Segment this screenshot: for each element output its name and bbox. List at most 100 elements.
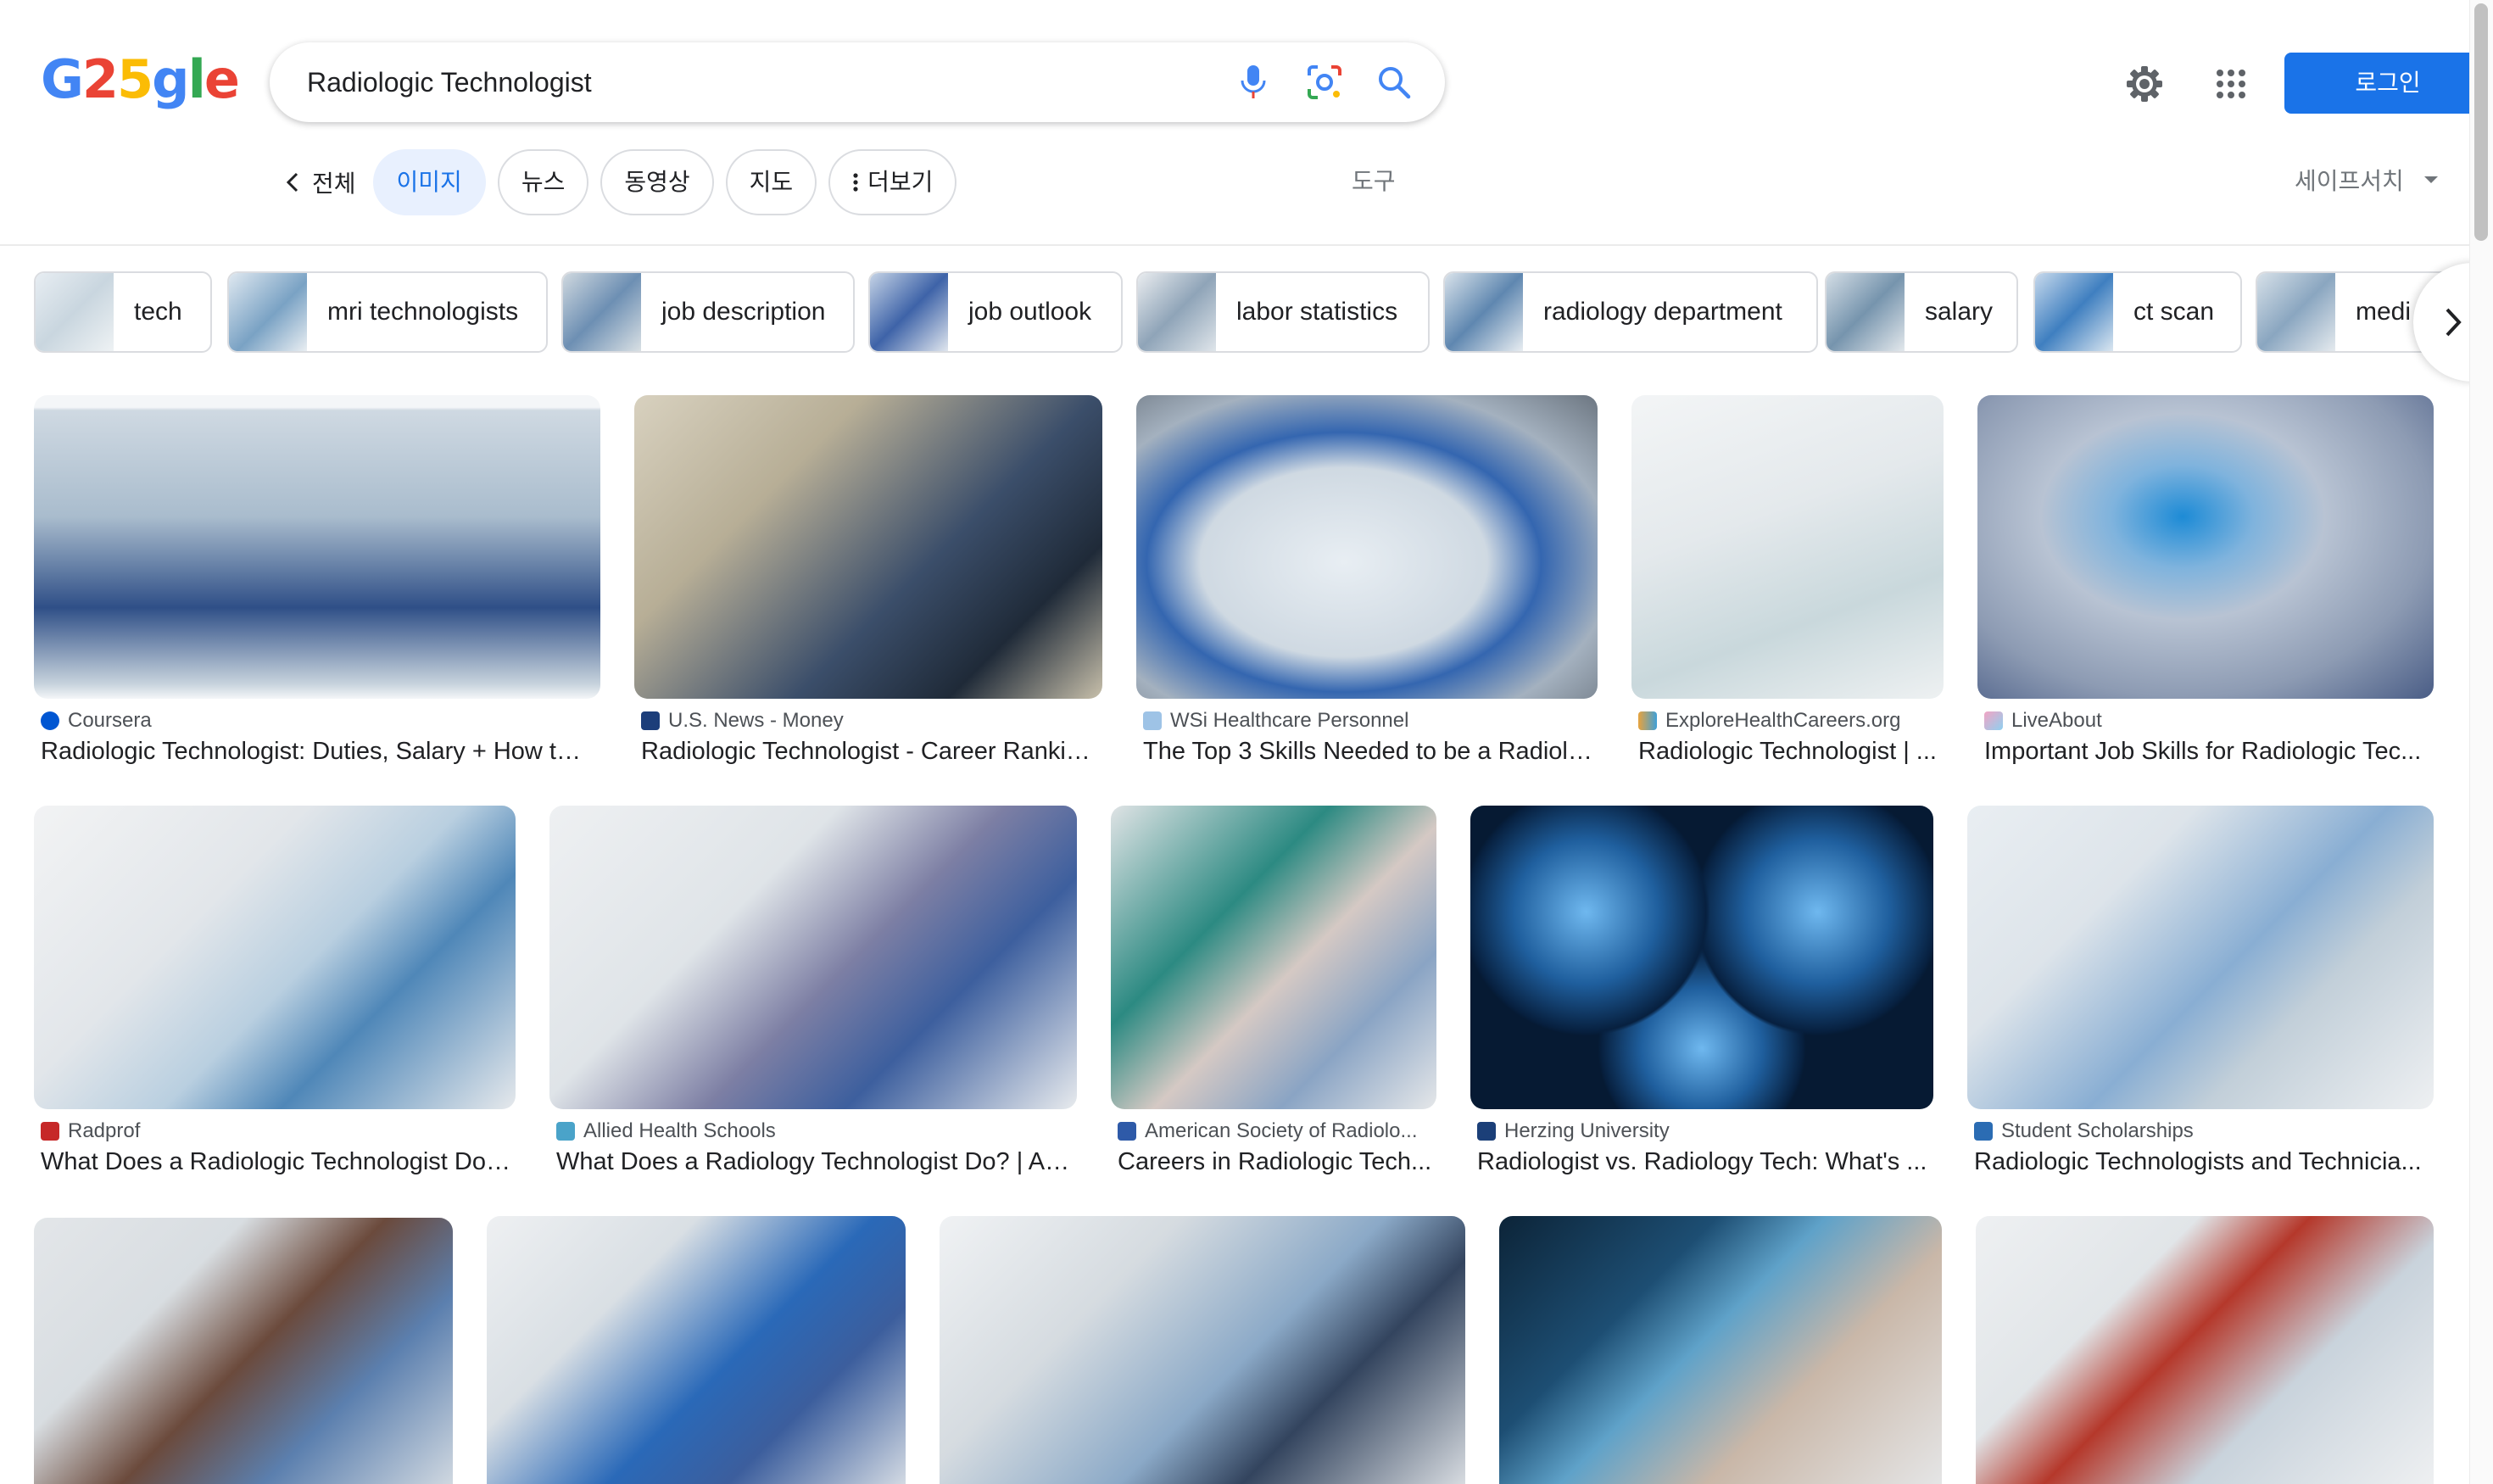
coursera-favicon-icon: [41, 711, 59, 730]
chip-label: ct scan: [2133, 298, 2215, 326]
result-source-name: Herzing University: [1504, 1119, 1670, 1142]
result-thumbnail[interactable]: [1976, 1216, 2434, 1484]
result-thumbnail[interactable]: [634, 395, 1102, 699]
chip-tech[interactable]: tech: [34, 271, 212, 353]
result-source-name: LiveAbout: [2011, 709, 2102, 732]
result-title[interactable]: Radiologic Technologist | ...: [1638, 738, 1944, 766]
related-search-chips: tech mri technologists job description j…: [34, 271, 2459, 354]
logo-letter-l: l: [187, 48, 206, 110]
tab-all[interactable]: 전체: [273, 149, 373, 215]
microphone-icon[interactable]: [1231, 60, 1275, 104]
image-result[interactable]: [940, 1216, 1465, 1484]
radprof-favicon-icon: [41, 1122, 59, 1141]
tab-images[interactable]: 이미지: [372, 149, 486, 215]
result-title[interactable]: What Does a Radiologic Technologist Do?.…: [41, 1148, 516, 1176]
tab-news[interactable]: 뉴스: [497, 149, 589, 215]
result-title[interactable]: Radiologic Technologist - Career Rankin.…: [641, 738, 1099, 766]
result-source-name: U.S. News - Money: [668, 709, 844, 732]
logo-letter-5: 5: [117, 48, 153, 110]
search-bar[interactable]: Radiologic Technologist: [270, 42, 1445, 122]
image-result[interactable]: [1499, 1216, 1942, 1484]
chevron-right-icon: [2446, 308, 2462, 337]
chip-thumbnail: [563, 273, 641, 351]
result-thumbnail[interactable]: [34, 806, 516, 1109]
herzing-favicon-icon: [1477, 1122, 1496, 1141]
result-thumbnail[interactable]: [34, 395, 600, 699]
image-result[interactable]: [34, 1218, 453, 1484]
result-thumbnail[interactable]: [940, 1216, 1465, 1484]
result-source-name: WSi Healthcare Personnel: [1170, 709, 1409, 732]
chip-labor-statistics[interactable]: labor statistics: [1136, 271, 1430, 353]
more-vert-icon: [853, 173, 858, 192]
image-result[interactable]: Coursera Radiologic Technologist: Duties…: [34, 395, 600, 785]
result-title[interactable]: What Does a Radiology Technologist Do? |…: [556, 1148, 1074, 1176]
image-result[interactable]: Allied Health Schools What Does a Radiol…: [549, 806, 1077, 1196]
chip-salary[interactable]: salary: [1825, 271, 2018, 353]
image-result[interactable]: ExploreHealthCareers.org Radiologic Tech…: [1631, 395, 1944, 785]
result-thumbnail[interactable]: [1136, 395, 1598, 699]
safesearch-label: 세이프서치: [2295, 168, 2404, 194]
result-title[interactable]: Careers in Radiologic Tech...: [1118, 1148, 1436, 1176]
chip-thumbnail: [2035, 273, 2113, 351]
result-title[interactable]: The Top 3 Skills Needed to be a Radiolo.…: [1143, 738, 1592, 766]
image-result[interactable]: WSi Healthcare Personnel The Top 3 Skill…: [1136, 395, 1598, 785]
page-scrollbar-thumb[interactable]: [2474, 3, 2488, 241]
chip-radiology-department[interactable]: radiology department: [1443, 271, 1818, 353]
tab-maps[interactable]: 지도: [725, 149, 817, 215]
camera-lens-icon[interactable]: [1302, 60, 1347, 104]
chevron-left-icon: [286, 172, 298, 192]
settings-gear-icon[interactable]: [2122, 61, 2167, 107]
result-source: Allied Health Schools: [556, 1119, 1074, 1143]
chip-thumbnail: [1827, 273, 1905, 351]
tab-videos[interactable]: 동영상: [600, 149, 714, 215]
chip-mri-technologists[interactable]: mri technologists: [227, 271, 548, 353]
image-result[interactable]: Herzing University Radiologist vs. Radio…: [1470, 806, 1933, 1196]
liveabout-favicon-icon: [1984, 711, 2003, 730]
image-result[interactable]: [487, 1216, 906, 1484]
result-thumbnail[interactable]: [1470, 806, 1933, 1109]
usnews-favicon-icon: [641, 711, 660, 730]
result-thumbnail[interactable]: [1977, 395, 2434, 699]
result-source: Student Scholarships: [1974, 1119, 2432, 1143]
image-result[interactable]: [1976, 1216, 2434, 1484]
search-input[interactable]: Radiologic Technologist: [307, 42, 592, 122]
search-icon[interactable]: [1372, 60, 1416, 104]
chip-label: labor statistics: [1236, 298, 1398, 326]
apps-grid-icon[interactable]: [2208, 61, 2254, 107]
login-button[interactable]: 로그인: [2284, 53, 2491, 114]
result-thumbnail[interactable]: [487, 1216, 906, 1484]
result-source-name: Radprof: [68, 1119, 141, 1142]
image-result[interactable]: LiveAbout Important Job Skills for Radio…: [1977, 395, 2434, 785]
result-thumbnail[interactable]: [1967, 806, 2434, 1109]
logo-letter-2: 2: [81, 48, 119, 110]
chip-job-outlook[interactable]: job outlook: [868, 271, 1123, 353]
result-thumbnail[interactable]: [1111, 806, 1436, 1109]
tab-more[interactable]: 더보기: [828, 149, 957, 215]
result-thumbnail[interactable]: [1499, 1216, 1942, 1484]
result-source: Herzing University: [1477, 1119, 1935, 1143]
safesearch-dropdown[interactable]: 세이프서치: [2295, 163, 2440, 197]
chip-thumbnail: [2257, 273, 2335, 351]
image-result[interactable]: U.S. News - Money Radiologic Technologis…: [634, 395, 1102, 785]
image-result[interactable]: Student Scholarships Radiologic Technolo…: [1967, 806, 2434, 1196]
image-result[interactable]: Radprof What Does a Radiologic Technolog…: [34, 806, 516, 1196]
result-thumbnail[interactable]: [1631, 395, 1944, 699]
student-scholarships-favicon-icon: [1974, 1122, 1993, 1141]
tab-all-label: 전체: [312, 170, 356, 197]
result-title[interactable]: Important Job Skills for Radiologic Tec.…: [1984, 738, 2434, 766]
tab-more-label: 더보기: [867, 169, 934, 195]
chip-job-description[interactable]: job description: [561, 271, 855, 353]
result-source: Coursera: [41, 709, 592, 733]
result-source: American Society of Radiolo...: [1118, 1119, 1436, 1143]
result-source: Radprof: [41, 1119, 516, 1143]
result-thumbnail[interactable]: [549, 806, 1077, 1109]
tools-button[interactable]: 도구: [1352, 163, 1396, 197]
chip-label: salary: [1925, 298, 1994, 326]
google-logo[interactable]: G 2 5 g l e: [41, 48, 240, 110]
chip-ct-scan[interactable]: ct scan: [2033, 271, 2242, 353]
result-title[interactable]: Radiologist vs. Radiology Tech: What's .…: [1477, 1148, 1935, 1176]
result-title[interactable]: Radiologic Technologists and Technicia..…: [1974, 1148, 2432, 1176]
image-result[interactable]: American Society of Radiolo... Careers i…: [1111, 806, 1436, 1196]
result-thumbnail[interactable]: [34, 1218, 453, 1484]
result-title[interactable]: Radiologic Technologist: Duties, Salary …: [41, 738, 592, 766]
